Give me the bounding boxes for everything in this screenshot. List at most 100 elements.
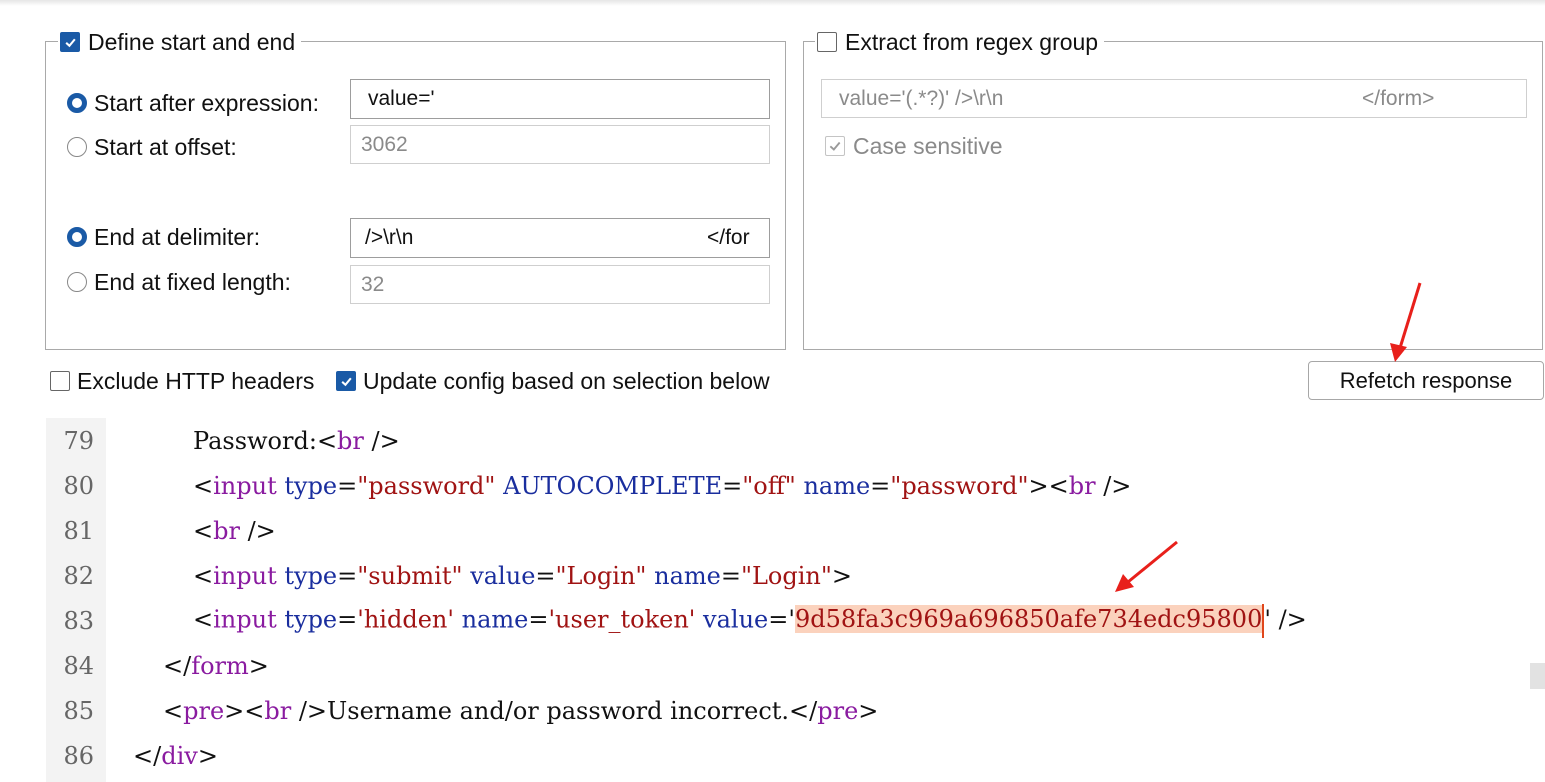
- code-text: </form>: [163, 652, 269, 680]
- code-text: <pre><br />Username and/or password inco…: [163, 697, 878, 725]
- case-sensitive-row[interactable]: Case sensitive: [825, 131, 1003, 161]
- regex-value-right: </form>: [1362, 87, 1435, 110]
- exclude-http-headers-row[interactable]: Exclude HTTP headers: [50, 366, 314, 396]
- update-config-label: Update config based on selection below: [363, 367, 770, 394]
- code-punct: />: [239, 516, 276, 545]
- code-punct: =: [768, 605, 789, 633]
- code-punct: ': [1264, 605, 1271, 633]
- code-attr-name: type: [284, 471, 338, 500]
- start-after-expression-radio-row[interactable]: Start after expression:: [67, 88, 319, 118]
- code-tag-name: input: [213, 605, 277, 633]
- regex-group-legend[interactable]: Extract from regex group: [815, 27, 1105, 57]
- code-punct: <: [316, 426, 338, 455]
- refetch-response-button[interactable]: Refetch response: [1308, 361, 1544, 400]
- update-config-checkbox[interactable]: [336, 371, 356, 391]
- start-at-offset-value: 3062: [361, 133, 408, 156]
- code-punct: [695, 605, 703, 633]
- code-punct: >: [197, 741, 218, 770]
- code-punct: >: [248, 651, 269, 680]
- end-at-delimiter-label: End at delimiter:: [94, 223, 261, 250]
- end-at-delimiter-radio[interactable]: [67, 227, 87, 247]
- code-punct: =: [870, 471, 891, 500]
- end-at-delimiter-input[interactable]: />\r\n </for: [350, 218, 770, 258]
- define-start-end-legend[interactable]: Define start and end: [58, 27, 302, 57]
- code-tag-name: br: [264, 696, 292, 725]
- response-code-view[interactable]: 79 Password:<br /> 80 <input type="password…: [46, 418, 1545, 782]
- code-punct: =: [720, 561, 741, 590]
- start-at-offset-radio[interactable]: [67, 137, 87, 157]
- code-attr-value: "password": [357, 471, 496, 500]
- code-text: Password:<br />: [193, 427, 400, 455]
- start-at-offset-label: Start at offset:: [94, 133, 237, 160]
- code-punct: [495, 472, 503, 500]
- code-punct: />: [1095, 471, 1132, 500]
- checkmark-icon: [829, 141, 841, 151]
- line-number: 80: [63, 471, 94, 500]
- code-attr-value: "Login": [740, 561, 832, 590]
- code-attr-value: "Login": [555, 561, 647, 590]
- start-at-offset-input[interactable]: 3062: [350, 125, 770, 164]
- checkmark-icon: [340, 377, 352, 386]
- start-after-expression-label: Start after expression:: [94, 89, 319, 116]
- end-at-fixed-length-radio-row[interactable]: End at fixed length:: [67, 267, 291, 297]
- code-text: <input type='hidden' name='user_token' v…: [193, 603, 1307, 638]
- code-punct: </: [789, 696, 818, 725]
- selected-token: 9d58fa3c969a696850afe734edc95800: [794, 605, 1263, 633]
- code-attr-value: "submit": [357, 561, 463, 590]
- end-at-delimiter-radio-row[interactable]: End at delimiter:: [67, 222, 260, 252]
- start-after-expression-input[interactable]: value=': [350, 79, 770, 119]
- code-attr-name: type: [284, 605, 338, 633]
- code-attr-name: AUTOCOMPLETE: [503, 471, 723, 500]
- scrollbar-thumb[interactable]: [1530, 663, 1545, 689]
- code-punct: </: [163, 651, 192, 680]
- code-punct: <: [244, 696, 265, 725]
- top-cutoff-strip: [0, 0, 1545, 6]
- line-number: 83: [63, 606, 94, 635]
- code-attr-name: value: [470, 561, 536, 590]
- line-number: 79: [63, 426, 94, 455]
- line-number: 85: [63, 696, 94, 725]
- code-punct: >: [858, 696, 879, 725]
- code-tag-name: form: [191, 651, 249, 680]
- code-punct: [454, 605, 462, 633]
- define-start-end-checkbox[interactable]: [60, 32, 80, 52]
- code-punct: <: [193, 561, 214, 590]
- code-attr-value: 'hidden': [357, 605, 454, 633]
- code-text: </div>: [133, 742, 218, 770]
- code-attr-value: 'user_token': [548, 605, 696, 633]
- code-tag-name: input: [213, 471, 277, 500]
- start-at-offset-radio-row[interactable]: Start at offset:: [67, 132, 237, 162]
- code-punct: =: [337, 471, 358, 500]
- line-number: 81: [63, 516, 94, 545]
- code-quote: ': [788, 605, 795, 633]
- code-punct: =: [722, 471, 743, 500]
- exclude-http-headers-checkbox[interactable]: [50, 371, 70, 391]
- code-punct: Username and/or password incorrect.: [327, 696, 790, 725]
- code-punct: >: [831, 561, 853, 590]
- update-config-row[interactable]: Update config based on selection below: [336, 366, 770, 396]
- end-at-fixed-length-radio[interactable]: [67, 272, 87, 292]
- code-punct: [646, 562, 654, 590]
- regex-input[interactable]: value='(.*?)' />\r\n </form>: [821, 79, 1527, 118]
- code-punct: <: [193, 605, 214, 633]
- end-at-fixed-length-value: 32: [361, 273, 385, 296]
- refetch-response-label: Refetch response: [1339, 367, 1513, 393]
- code-attr-name: name: [461, 605, 529, 633]
- code-punct: =: [528, 605, 549, 633]
- extract-regex-label: Extract from regex group: [845, 29, 1099, 55]
- code-punct: <: [163, 696, 184, 725]
- start-after-expression-value: value=': [368, 87, 435, 110]
- start-after-expression-radio[interactable]: [67, 93, 87, 113]
- case-sensitive-checkbox[interactable]: [825, 136, 845, 156]
- line-number: 84: [63, 651, 94, 680]
- code-punct: >: [224, 696, 245, 725]
- extract-regex-checkbox[interactable]: [817, 32, 837, 52]
- code-text: <input type="password" AUTOCOMPLETE="off…: [193, 472, 1131, 500]
- line-number: 86: [63, 741, 94, 770]
- code-punct: <: [1048, 471, 1069, 500]
- end-at-fixed-length-input[interactable]: 32: [350, 265, 770, 304]
- code-tag-name: pre: [183, 696, 225, 725]
- regex-value-left: value='(.*?)' />\r\n: [839, 87, 1004, 110]
- code-text: <br />: [193, 517, 276, 545]
- code-tag-name: input: [213, 561, 277, 590]
